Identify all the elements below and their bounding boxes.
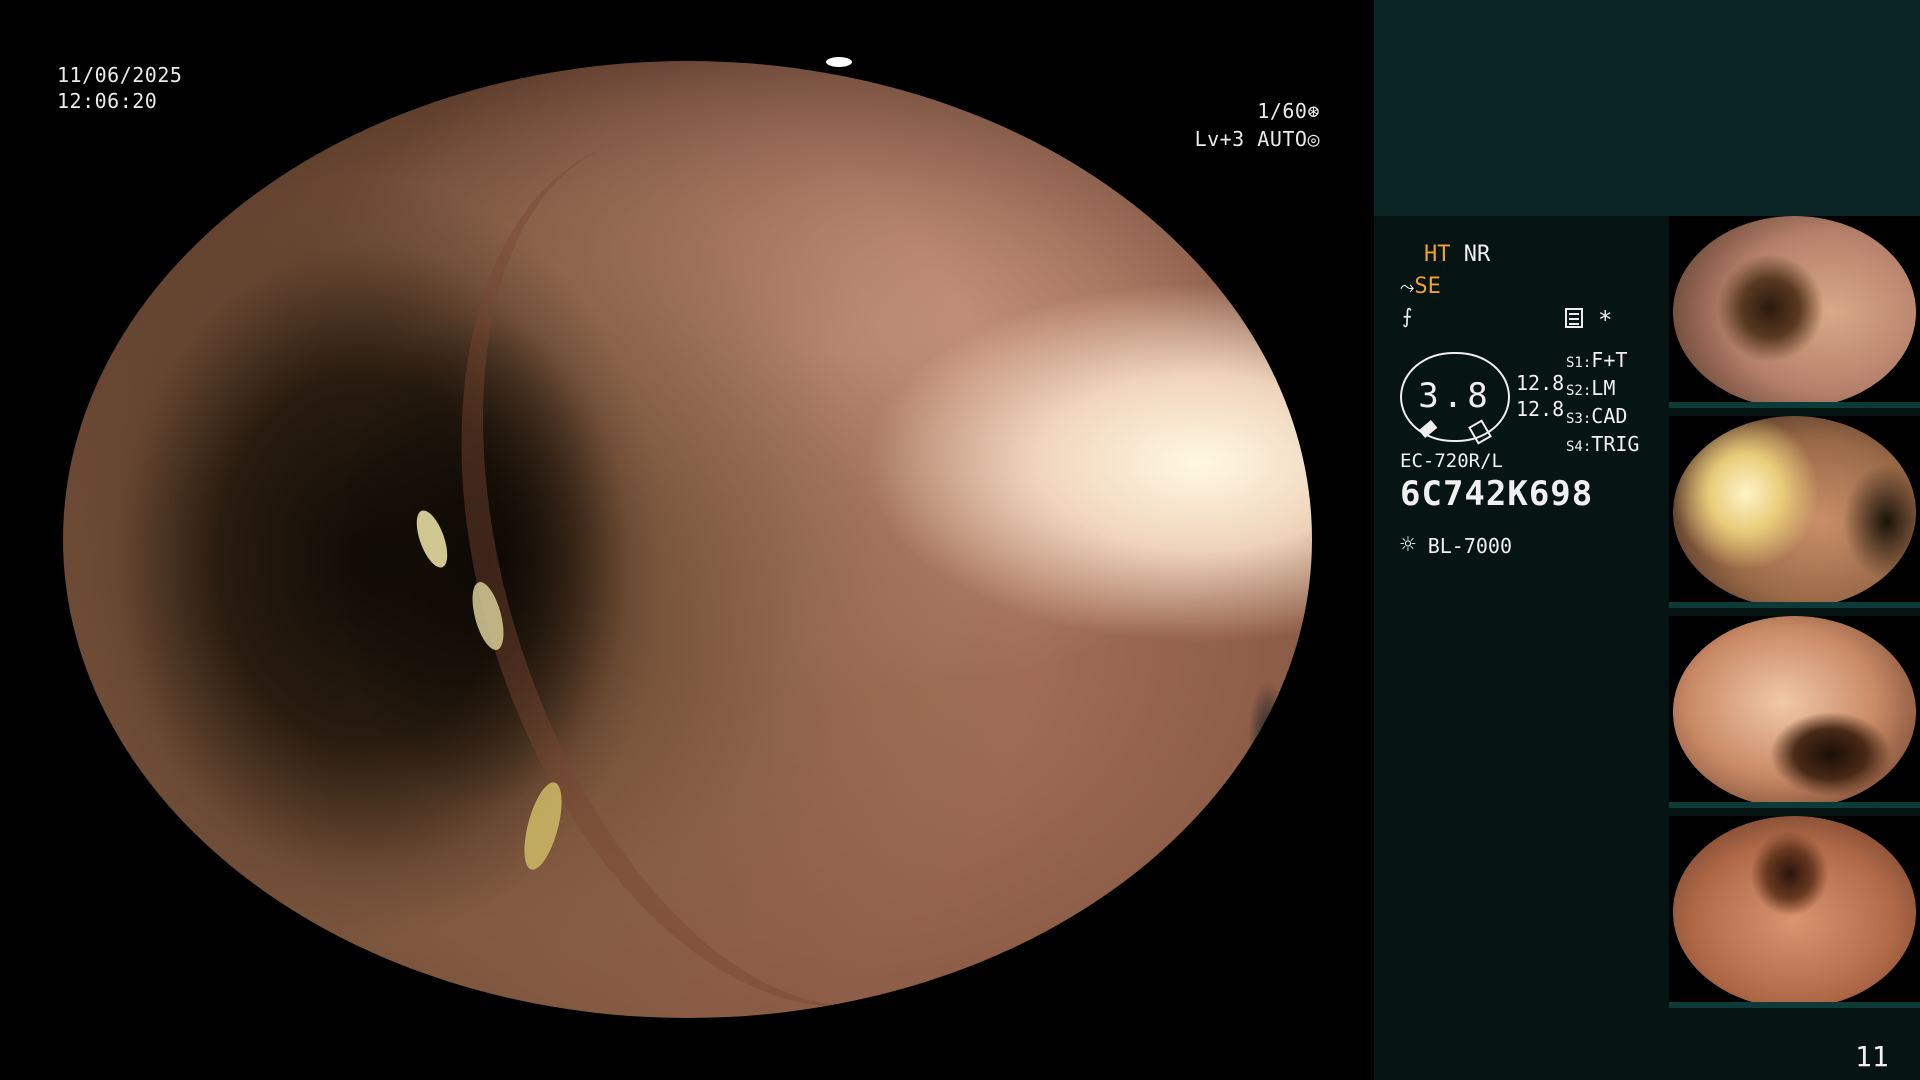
shutter-speed: 1/60	[1257, 99, 1308, 123]
light-reflection	[826, 57, 852, 67]
scope-model: EC-720R/L	[1400, 450, 1503, 472]
capture-thumbnails	[1669, 216, 1920, 1016]
nr-mode: NR	[1463, 242, 1491, 267]
light-source-model: BL-7000	[1427, 534, 1512, 558]
thumbnail-strip	[1669, 1002, 1920, 1008]
thumbnail-image	[1673, 616, 1916, 808]
switch-row: S2:LM	[1566, 376, 1616, 400]
switch-row: S1:F+T	[1566, 348, 1628, 372]
switch-value: TRIG	[1591, 432, 1640, 456]
shutter-row: 1/60⊛	[1180, 98, 1320, 124]
page-number: 11	[1855, 1040, 1889, 1073]
datetime-overlay: 11/06/2025 12:06:20	[57, 62, 182, 114]
thumbnail-strip	[1669, 402, 1920, 408]
zoom-value: 3.8	[1418, 376, 1492, 416]
exposure-mode: AUTO	[1257, 127, 1308, 151]
zoom-scale-bottom: 12.8	[1516, 397, 1565, 421]
switch-row: S4:TRIG	[1566, 432, 1640, 456]
se-mode-icon: ⤳	[1400, 277, 1415, 298]
debris-spot	[410, 506, 454, 572]
info-panel-header	[1374, 0, 1920, 216]
scope-edge-shadow	[1248, 681, 1288, 791]
thumbnail-strip	[1669, 802, 1920, 808]
menu-icon	[1565, 308, 1583, 328]
zoom-scale-top: 12.8	[1516, 371, 1565, 395]
scope-serial: 6C742K698	[1400, 474, 1594, 514]
camera-settings-overlay: 1/60⊛ Lv+3 AUTO◎	[1180, 98, 1320, 152]
light-source: ☼ BL-7000	[1400, 530, 1512, 560]
switch-value: CAD	[1591, 404, 1628, 428]
switch-key: S3	[1566, 411, 1583, 427]
exposure-row: Lv+3 AUTO◎	[1180, 126, 1320, 152]
time-label: 12:06:20	[57, 89, 158, 113]
switch-assignments: S1:F+T S2:LM S3:CAD S4:TRIG	[1566, 348, 1639, 460]
zoom-scale: 12.8 12.8	[1516, 370, 1564, 422]
thumbnail-image	[1673, 816, 1916, 1008]
frame-mask-top	[0, 0, 1360, 61]
thumbnail-image	[1673, 216, 1916, 408]
debris-spot	[466, 578, 510, 654]
switch-row: S3:CAD	[1566, 404, 1628, 428]
frame-mask-bottom	[0, 1018, 1360, 1080]
thumbnail-2[interactable]	[1669, 416, 1920, 608]
processing-modes: HT NR	[1424, 242, 1490, 267]
lumen-shadow	[333, 311, 633, 811]
mucosal-fold	[357, 61, 1155, 1018]
switch-key: S4	[1566, 439, 1583, 455]
exposure-level: Lv+3	[1194, 127, 1245, 151]
thumbnail-strip	[1669, 602, 1920, 608]
debris-spot	[516, 778, 570, 874]
switch-key: S2	[1566, 383, 1583, 399]
date-label: 11/06/2025	[57, 63, 183, 87]
switch-value: LM	[1591, 376, 1616, 400]
enhancement-icon: ⨍	[1402, 304, 1413, 328]
ht-mode: HT	[1424, 242, 1451, 267]
zoom-gauge: 3.8	[1400, 352, 1510, 445]
thumbnail-4[interactable]	[1669, 816, 1920, 1008]
aperture-icon: ⊛	[1307, 99, 1320, 123]
se-mode-row: ⤳SE	[1400, 274, 1441, 299]
switch-value: F+T	[1591, 348, 1628, 372]
se-mode: SE	[1414, 274, 1441, 299]
thumbnail-image	[1673, 416, 1916, 608]
endoscope-view	[63, 61, 1312, 1018]
asterisk-indicator: *	[1598, 306, 1613, 334]
iris-icon: ◎	[1307, 127, 1320, 151]
thumbnail-1[interactable]	[1669, 216, 1920, 408]
lamp-icon: ☼	[1400, 530, 1416, 560]
thumbnail-3[interactable]	[1669, 616, 1920, 808]
switch-key: S1	[1566, 355, 1583, 371]
